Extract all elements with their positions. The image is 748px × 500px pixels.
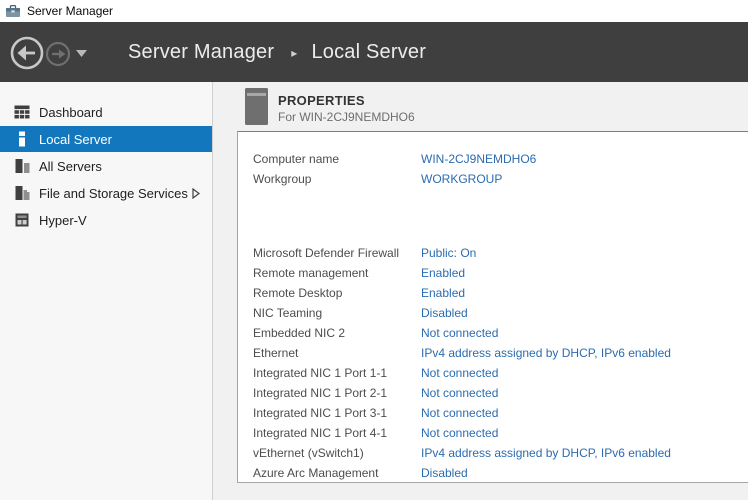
property-label: Integrated NIC 1 Port 2-1 (253, 383, 421, 403)
property-value-link[interactable]: IPv4 address assigned by DHCP, IPv6 enab… (421, 443, 671, 463)
history-dropdown-button[interactable] (76, 50, 87, 57)
sidebar-item-label: Hyper-V (39, 213, 204, 228)
properties-title: PROPERTIES (278, 93, 365, 108)
property-row-computer-name: Computer name WIN-2CJ9NEMDHO6 (238, 149, 748, 169)
back-button[interactable] (12, 38, 42, 68)
sidebar-item-dashboard[interactable]: Dashboard (0, 99, 212, 125)
property-value-link[interactable]: Not connected (421, 383, 498, 403)
property-value-link[interactable]: Disabled (421, 463, 468, 483)
server-tower-icon (245, 88, 268, 130)
property-value-link[interactable]: WIN-2CJ9NEMDHO6 (421, 149, 536, 169)
property-row-firewall: Microsoft Defender Firewall Public: On (238, 243, 748, 263)
main-content: PROPERTIES For WIN-2CJ9NEMDHO6 Computer … (214, 82, 748, 500)
property-value-link[interactable]: WORKGROUP (421, 169, 502, 189)
file-storage-icon (14, 185, 30, 201)
property-row-remote-desktop: Remote Desktop Enabled (238, 283, 748, 303)
sidebar-item-all-servers[interactable]: All Servers (0, 153, 212, 179)
property-value-link[interactable]: Enabled (421, 263, 465, 283)
property-label: Computer name (253, 149, 421, 169)
breadcrumb-root[interactable]: Server Manager (128, 41, 274, 64)
property-value-link[interactable]: Not connected (421, 403, 498, 423)
sidebar-item-label: All Servers (39, 159, 204, 174)
property-label: Integrated NIC 1 Port 1-1 (253, 363, 421, 383)
property-row-remote-management: Remote management Enabled (238, 263, 748, 283)
forward-button[interactable] (47, 43, 69, 65)
property-label: NIC Teaming (253, 303, 421, 323)
property-value-link[interactable]: Public: On (421, 243, 476, 263)
sidebar-item-hyper-v[interactable]: Hyper-V (0, 207, 212, 233)
property-value-link[interactable]: IPv4 address assigned by DHCP, IPv6 enab… (421, 343, 671, 363)
property-row-vethernet: vEthernet (vSwitch1) IPv4 address assign… (238, 443, 748, 463)
property-row-nic1-port-2-1: Integrated NIC 1 Port 2-1 Not connected (238, 383, 748, 403)
breadcrumb: Server Manager ▸ Local Server (128, 22, 426, 82)
property-label: Remote Desktop (253, 283, 421, 303)
breadcrumb-current[interactable]: Local Server (311, 41, 426, 64)
sidebar-item-label: Local Server (39, 132, 204, 147)
property-row-embedded-nic-2: Embedded NIC 2 Not connected (238, 323, 748, 343)
properties-subtitle: For WIN-2CJ9NEMDHO6 (278, 110, 415, 124)
property-group-spacer (238, 189, 748, 243)
server-manager-app-icon (5, 3, 21, 19)
property-row-nic1-port-4-1: Integrated NIC 1 Port 4-1 Not connected (238, 423, 748, 443)
property-value-link[interactable]: Enabled (421, 283, 465, 303)
property-label: Integrated NIC 1 Port 3-1 (253, 403, 421, 423)
window-title: Server Manager (27, 0, 113, 22)
navigation-bar: Server Manager ▸ Local Server (0, 22, 748, 82)
property-row-nic1-port-1-1: Integrated NIC 1 Port 1-1 Not connected (238, 363, 748, 383)
property-row-azure-arc: Azure Arc Management Disabled (238, 463, 748, 483)
property-label: Remote management (253, 263, 421, 283)
dashboard-grid-icon (14, 104, 30, 120)
submenu-arrow-icon (192, 188, 200, 199)
property-value-link[interactable]: Not connected (421, 363, 498, 383)
property-value-link[interactable]: Not connected (421, 323, 498, 343)
property-label: vEthernet (vSwitch1) (253, 443, 421, 463)
property-label: Azure Arc Management (253, 463, 421, 483)
property-label: Workgroup (253, 169, 421, 189)
sidebar-nav: Dashboard Local Server All Servers (0, 82, 213, 500)
property-row-nic-teaming: NIC Teaming Disabled (238, 303, 748, 323)
nav-history-buttons (6, 30, 98, 79)
property-label: Microsoft Defender Firewall (253, 243, 421, 263)
sidebar-item-label: Dashboard (39, 105, 204, 120)
server-icon (14, 131, 30, 147)
property-value-link[interactable]: Disabled (421, 303, 468, 323)
window-titlebar: Server Manager (0, 0, 748, 22)
hyper-v-icon (14, 212, 30, 228)
property-row-workgroup: Workgroup WORKGROUP (238, 169, 748, 189)
property-row-ethernet: Ethernet IPv4 address assigned by DHCP, … (238, 343, 748, 363)
servers-icon (14, 158, 30, 174)
sidebar-item-label: File and Storage Services (39, 186, 192, 201)
property-value-link[interactable]: Not connected (421, 423, 498, 443)
breadcrumb-separator-icon: ▸ (291, 46, 297, 60)
properties-panel: Computer name WIN-2CJ9NEMDHO6 Workgroup … (237, 131, 748, 483)
sidebar-item-file-storage-services[interactable]: File and Storage Services (0, 180, 212, 206)
property-row-nic1-port-3-1: Integrated NIC 1 Port 3-1 Not connected (238, 403, 748, 423)
sidebar-item-local-server[interactable]: Local Server (0, 126, 212, 152)
property-label: Ethernet (253, 343, 421, 363)
property-label: Embedded NIC 2 (253, 323, 421, 343)
property-label: Integrated NIC 1 Port 4-1 (253, 423, 421, 443)
